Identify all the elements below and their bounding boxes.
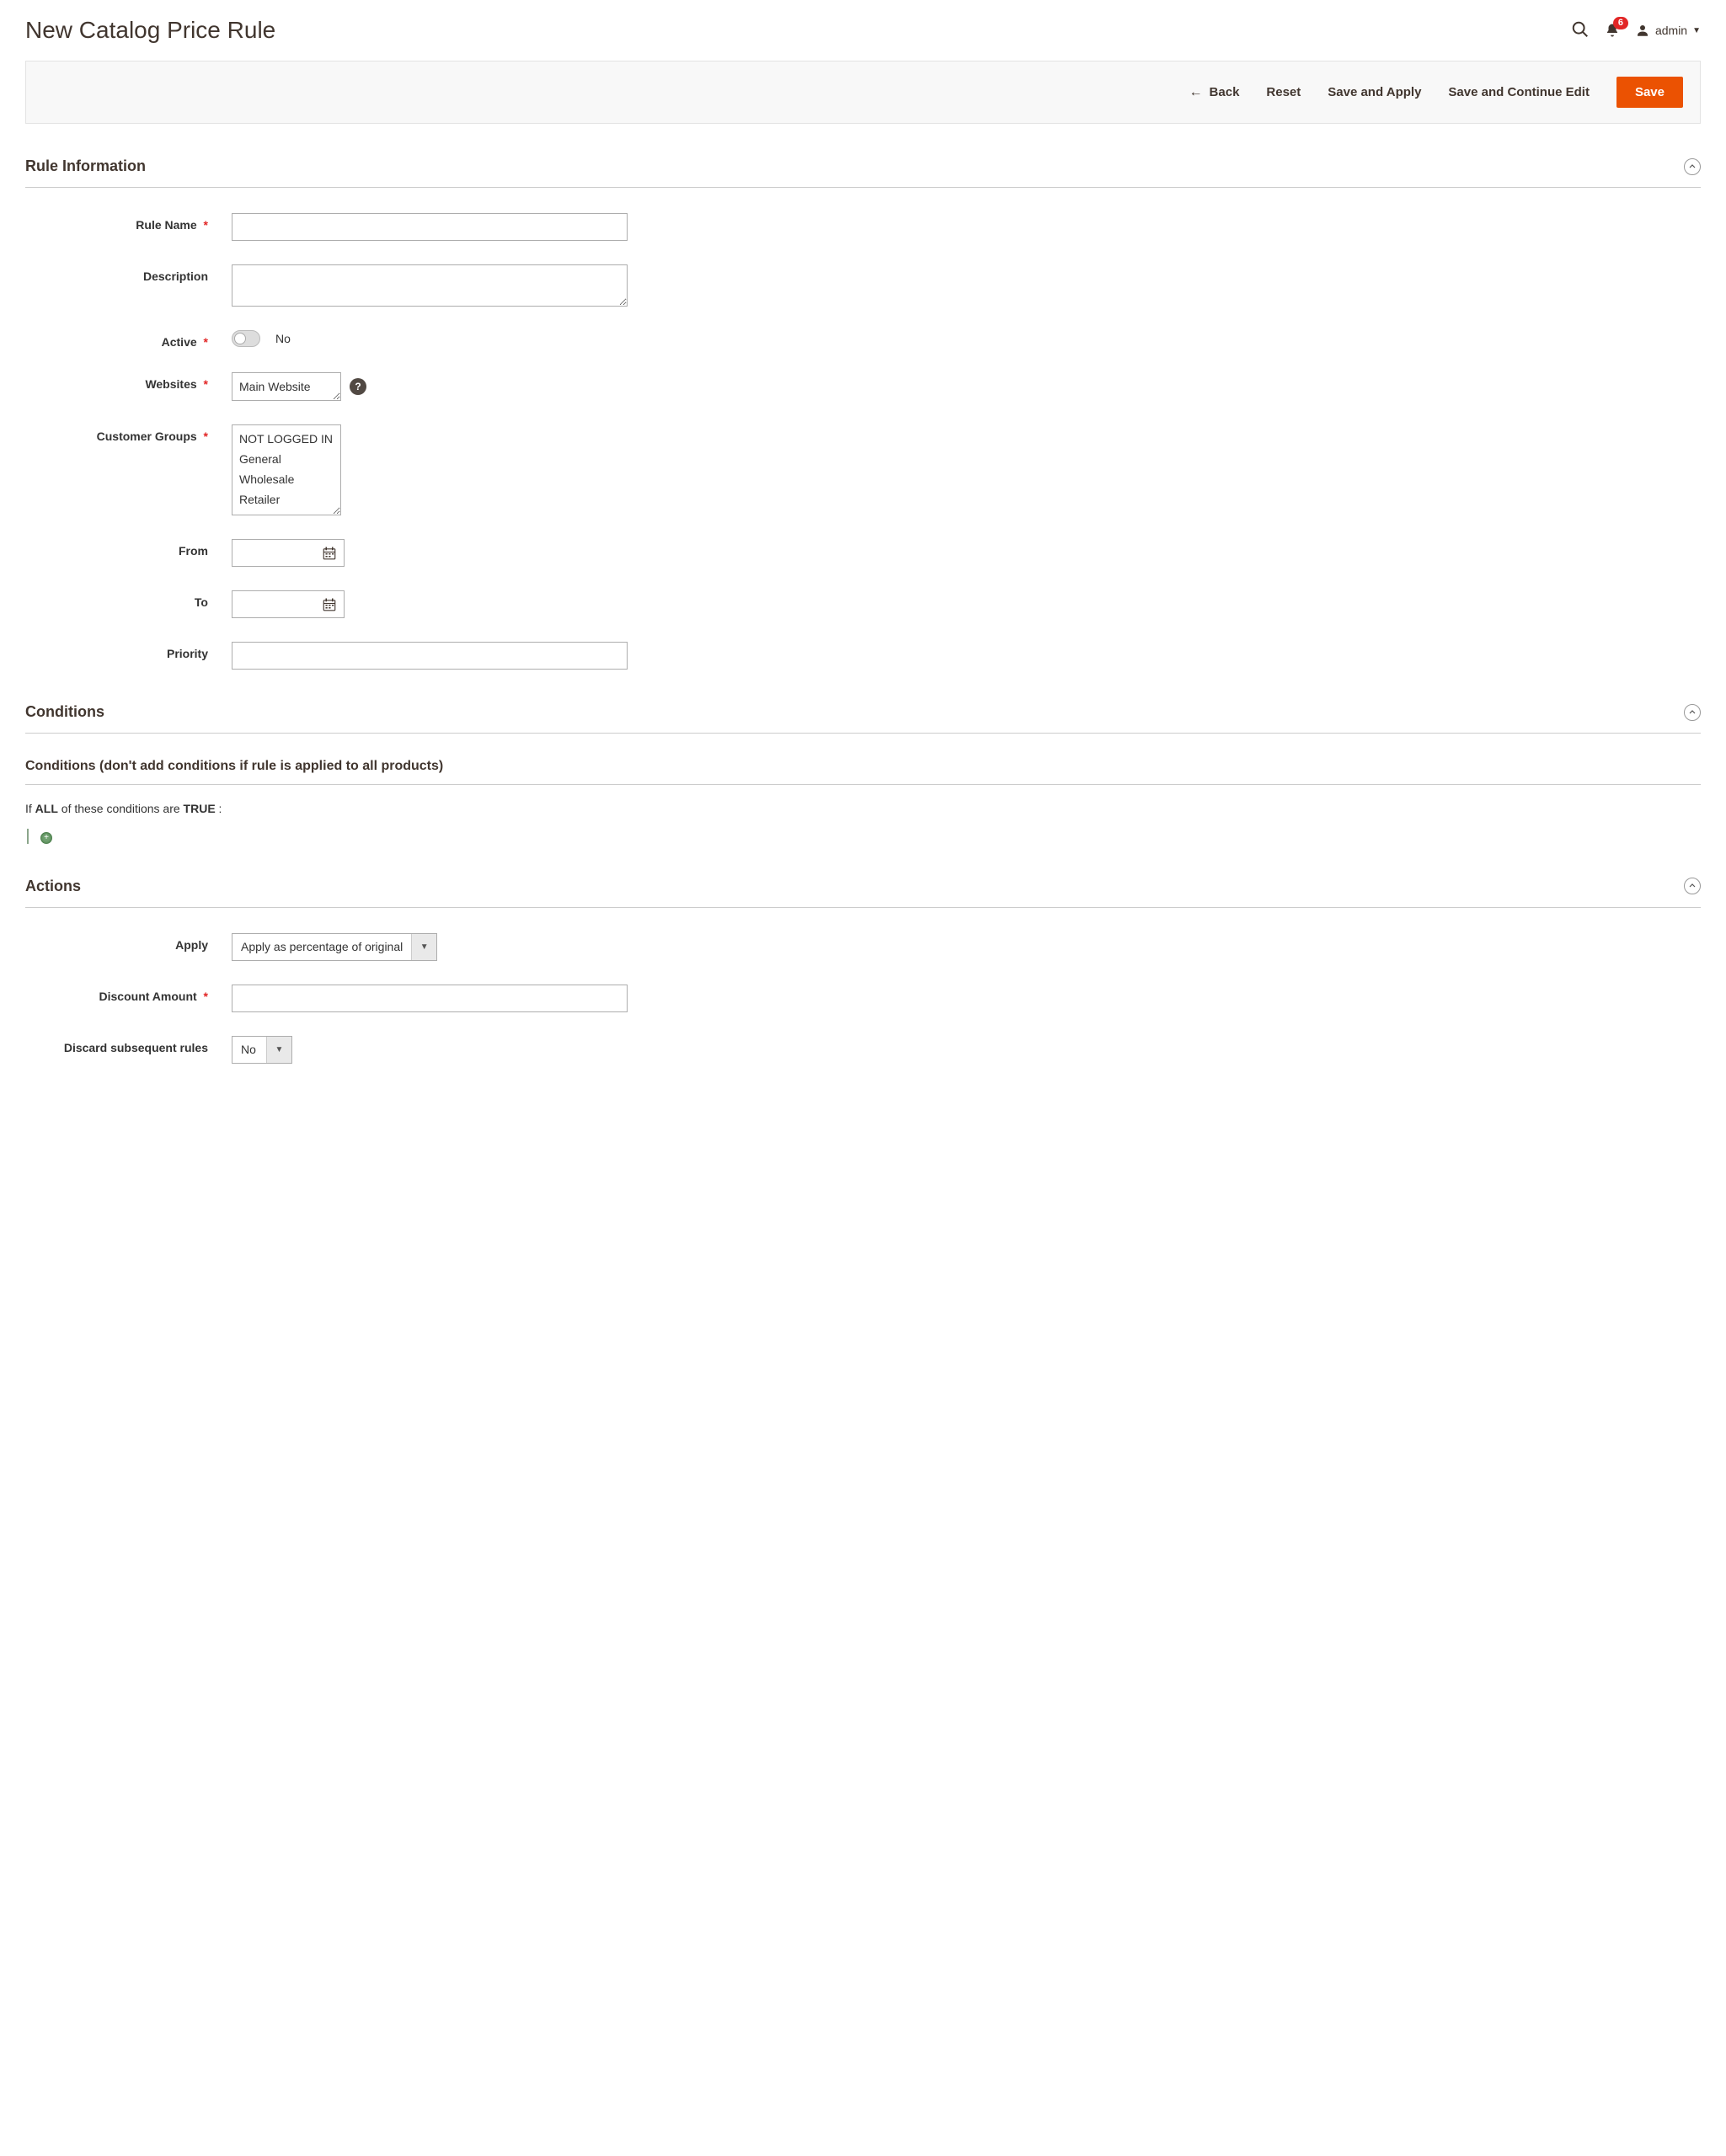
websites-field: Websites * Main Website ?	[25, 372, 1701, 401]
description-input[interactable]	[232, 264, 628, 307]
collapse-icon[interactable]	[1684, 878, 1701, 894]
discard-field: Discard subsequent rules No ▼	[25, 1036, 1701, 1064]
from-field: From	[25, 539, 1701, 567]
conditions-section: Conditions Conditions (don't add conditi…	[25, 703, 1701, 844]
rule-name-field: Rule Name *	[25, 213, 1701, 241]
cond-suffix: :	[216, 802, 222, 815]
action-toolbar: ← Back Reset Save and Apply Save and Con…	[25, 61, 1701, 124]
group-option[interactable]: NOT LOGGED IN	[239, 429, 334, 449]
apply-label: Apply	[175, 938, 208, 952]
to-field: To	[25, 590, 1701, 618]
required-mark: *	[204, 218, 208, 232]
cond-mid: of these conditions are	[58, 802, 184, 815]
customer-groups-select[interactable]: NOT LOGGED IN General Wholesale Retailer	[232, 424, 341, 515]
rule-information-section: Rule Information Rule Name * Description…	[25, 157, 1701, 670]
chevron-down-icon: ▼	[1692, 26, 1701, 35]
apply-select[interactable]: Apply as percentage of original ▼	[232, 933, 437, 961]
from-date-wrap	[232, 539, 345, 567]
admin-name: admin	[1655, 24, 1687, 37]
chevron-down-icon: ▼	[266, 1037, 291, 1063]
required-mark: *	[204, 430, 208, 443]
page-header: New Catalog Price Rule 6 admin ▼	[25, 17, 1701, 44]
customer-groups-label: Customer Groups	[97, 430, 197, 443]
cond-true[interactable]: TRUE	[184, 802, 216, 815]
group-option[interactable]: Retailer	[239, 489, 334, 510]
priority-input[interactable]	[232, 642, 628, 670]
rule-name-label: Rule Name	[136, 218, 196, 232]
required-mark: *	[204, 377, 208, 391]
from-label: From	[179, 544, 208, 558]
active-label: Active	[162, 335, 197, 349]
condition-add-row: +	[27, 829, 1701, 844]
required-mark: *	[204, 990, 208, 1003]
page-title: New Catalog Price Rule	[25, 17, 275, 44]
search-icon[interactable]	[1571, 20, 1590, 41]
discard-select-value: No	[232, 1037, 266, 1063]
rule-name-input[interactable]	[232, 213, 628, 241]
add-condition-icon[interactable]: +	[40, 832, 52, 844]
admin-account-menu[interactable]: admin ▼	[1635, 23, 1701, 38]
actions-title: Actions	[25, 878, 81, 895]
priority-field: Priority	[25, 642, 1701, 670]
user-icon	[1635, 23, 1650, 38]
websites-label: Websites	[145, 377, 196, 391]
help-icon[interactable]: ?	[350, 378, 366, 395]
to-date-wrap	[232, 590, 345, 618]
back-label: Back	[1210, 85, 1240, 99]
notification-badge: 6	[1613, 17, 1628, 29]
description-field: Description	[25, 264, 1701, 307]
discard-select[interactable]: No ▼	[232, 1036, 292, 1064]
cond-if: If	[25, 802, 35, 815]
save-continue-button[interactable]: Save and Continue Edit	[1448, 85, 1590, 99]
back-button[interactable]: ← Back	[1189, 85, 1240, 100]
description-label: Description	[143, 270, 208, 283]
arrow-left-icon: ←	[1189, 85, 1203, 100]
active-toggle[interactable]	[232, 330, 260, 347]
to-date-input[interactable]	[232, 593, 315, 616]
conditions-statement: If ALL of these conditions are TRUE :	[25, 802, 1701, 815]
website-option[interactable]: Main Website	[239, 376, 334, 397]
discount-amount-field: Discount Amount *	[25, 985, 1701, 1012]
collapse-icon[interactable]	[1684, 704, 1701, 721]
active-field: Active * No	[25, 330, 1701, 349]
header-tools: 6 admin ▼	[1571, 20, 1701, 41]
discount-amount-input[interactable]	[232, 985, 628, 1012]
discard-label: Discard subsequent rules	[64, 1041, 208, 1054]
to-label: To	[195, 595, 208, 609]
save-apply-button[interactable]: Save and Apply	[1328, 85, 1421, 99]
conditions-title: Conditions	[25, 703, 104, 721]
apply-field: Apply Apply as percentage of original ▼	[25, 933, 1701, 961]
calendar-icon[interactable]	[315, 596, 344, 611]
actions-header[interactable]: Actions	[25, 878, 1701, 908]
reset-button[interactable]: Reset	[1266, 85, 1301, 99]
apply-select-value: Apply as percentage of original	[232, 934, 411, 960]
calendar-icon[interactable]	[315, 545, 344, 560]
active-value: No	[275, 332, 291, 345]
conditions-header[interactable]: Conditions	[25, 703, 1701, 734]
notifications-button[interactable]: 6	[1605, 22, 1620, 39]
toggle-knob	[234, 333, 246, 344]
conditions-subheading: Conditions (don't add conditions if rule…	[25, 759, 1701, 785]
discount-amount-label: Discount Amount	[99, 990, 197, 1003]
collapse-icon[interactable]	[1684, 158, 1701, 175]
required-mark: *	[204, 335, 208, 349]
from-date-input[interactable]	[232, 542, 315, 565]
save-button[interactable]: Save	[1616, 77, 1683, 108]
group-option[interactable]: Wholesale	[239, 469, 334, 489]
rule-info-title: Rule Information	[25, 157, 146, 175]
customer-groups-field: Customer Groups * NOT LOGGED IN General …	[25, 424, 1701, 515]
priority-label: Priority	[167, 647, 208, 660]
chevron-down-icon: ▼	[411, 934, 436, 960]
cond-all[interactable]: ALL	[35, 802, 58, 815]
rule-info-header[interactable]: Rule Information	[25, 157, 1701, 188]
actions-section: Actions Apply Apply as percentage of ori…	[25, 878, 1701, 1064]
group-option[interactable]: General	[239, 449, 334, 469]
websites-select[interactable]: Main Website	[232, 372, 341, 401]
